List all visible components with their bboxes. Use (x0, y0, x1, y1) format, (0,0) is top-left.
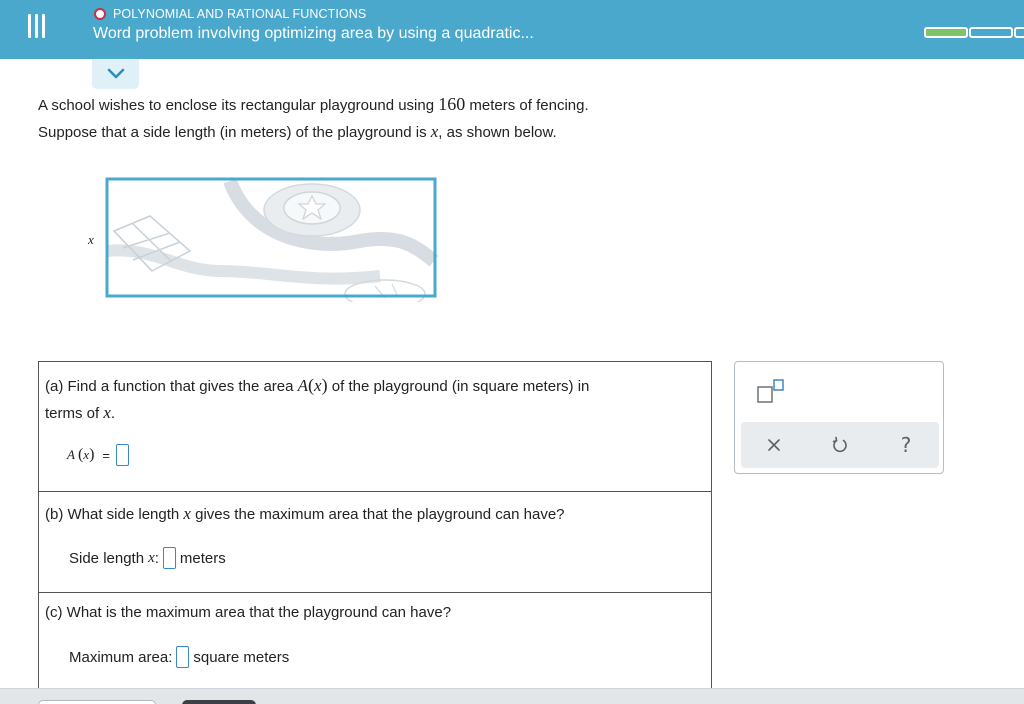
help-icon: ? (900, 433, 912, 457)
part-a-answer-row: A (x) = (67, 444, 133, 466)
variable-x: x (103, 403, 111, 422)
side-length-label: x (87, 232, 94, 247)
prompt-text: gives the maximum area that the playgrou… (190, 506, 565, 523)
progress-segment (1014, 27, 1024, 38)
superscript-icon (757, 379, 784, 403)
paren-close: ) (89, 446, 95, 463)
topic-status-icon (94, 8, 106, 20)
unit-label: meters (179, 549, 226, 567)
undo-icon (832, 436, 847, 453)
toolbox-actions: ? (741, 422, 939, 468)
superscript-button[interactable] (757, 378, 787, 404)
answer-label: Side length (69, 549, 145, 567)
variable-x: x (314, 376, 322, 395)
problem-line-1: A school wishes to enclose its rectangul… (38, 91, 589, 119)
clear-button[interactable] (754, 425, 794, 465)
page-title: Word problem involving optimizing area b… (93, 25, 534, 42)
part-b: (b) What side length x gives the maximum… (39, 492, 711, 593)
colon: : (154, 549, 159, 567)
prompt-text: (b) What side length (45, 506, 184, 523)
variable-x: x (148, 549, 155, 566)
equals-sign: = (102, 447, 110, 463)
topic-line: POLYNOMIAL AND RATIONAL FUNCTIONS (94, 7, 366, 21)
part-c-prompt: (c) What is the maximum area that the pl… (45, 604, 452, 621)
part-b-answer-row: Side length x : meters (69, 547, 226, 569)
progress-indicator (924, 27, 1024, 38)
help-button[interactable]: ? (886, 425, 926, 465)
undo-button[interactable] (820, 425, 860, 465)
problem-text: , as shown below. (438, 124, 557, 141)
max-area-input[interactable] (176, 646, 190, 668)
times-icon (768, 439, 780, 451)
answer-label: Maximum area: (69, 648, 173, 666)
part-b-prompt: (b) What side length x gives the maximum… (45, 501, 565, 528)
menu-bar-icon (35, 14, 38, 38)
part-a: (a) Find a function that gives the area … (39, 362, 711, 492)
playground-figure: x (87, 177, 439, 302)
progress-segment (924, 27, 968, 38)
function-A: A (67, 447, 75, 462)
fence-length: 160 (438, 94, 466, 114)
area-function-input[interactable] (115, 444, 129, 466)
unit-label: square meters (193, 648, 290, 666)
header-bar: POLYNOMIAL AND RATIONAL FUNCTIONS Word p… (0, 0, 1024, 59)
topic-title: POLYNOMIAL AND RATIONAL FUNCTIONS (113, 7, 367, 21)
prompt-text: (a) Find a function that gives the area (45, 378, 298, 395)
secondary-action-button[interactable] (38, 700, 156, 704)
variable-x: x (183, 504, 191, 523)
prompt-text: . (110, 405, 116, 422)
menu-bar-icon (28, 14, 31, 38)
part-c-answer-row: Maximum area: square meters (69, 646, 289, 668)
expand-topic-button[interactable] (92, 59, 139, 89)
problem-text: meters of fencing. (465, 97, 589, 114)
problem-text: A school wishes to enclose its rectangul… (38, 97, 439, 114)
questions-box: (a) Find a function that gives the area … (38, 361, 712, 688)
problem-text: Suppose that a side length (in meters) o… (38, 124, 431, 141)
part-c: (c) What is the maximum area that the pl… (39, 593, 711, 689)
primary-action-button[interactable] (182, 700, 256, 704)
math-toolbox: ? (734, 361, 944, 474)
progress-segment (969, 27, 1013, 38)
prompt-text: of the playground (in square meters) in (327, 378, 590, 395)
side-length-input[interactable] (162, 547, 176, 569)
menu-button[interactable] (24, 14, 50, 38)
problem-line-2: Suppose that a side length (in meters) o… (38, 119, 589, 146)
part-a-prompt: (a) Find a function that gives the area … (45, 372, 589, 427)
function-A: A (297, 376, 309, 395)
problem-statement: A school wishes to enclose its rectangul… (38, 91, 589, 146)
chevron-down-icon (107, 68, 124, 79)
playground-illustration (105, 177, 439, 302)
menu-bar-icon (42, 14, 45, 38)
prompt-text: terms of (45, 405, 104, 422)
